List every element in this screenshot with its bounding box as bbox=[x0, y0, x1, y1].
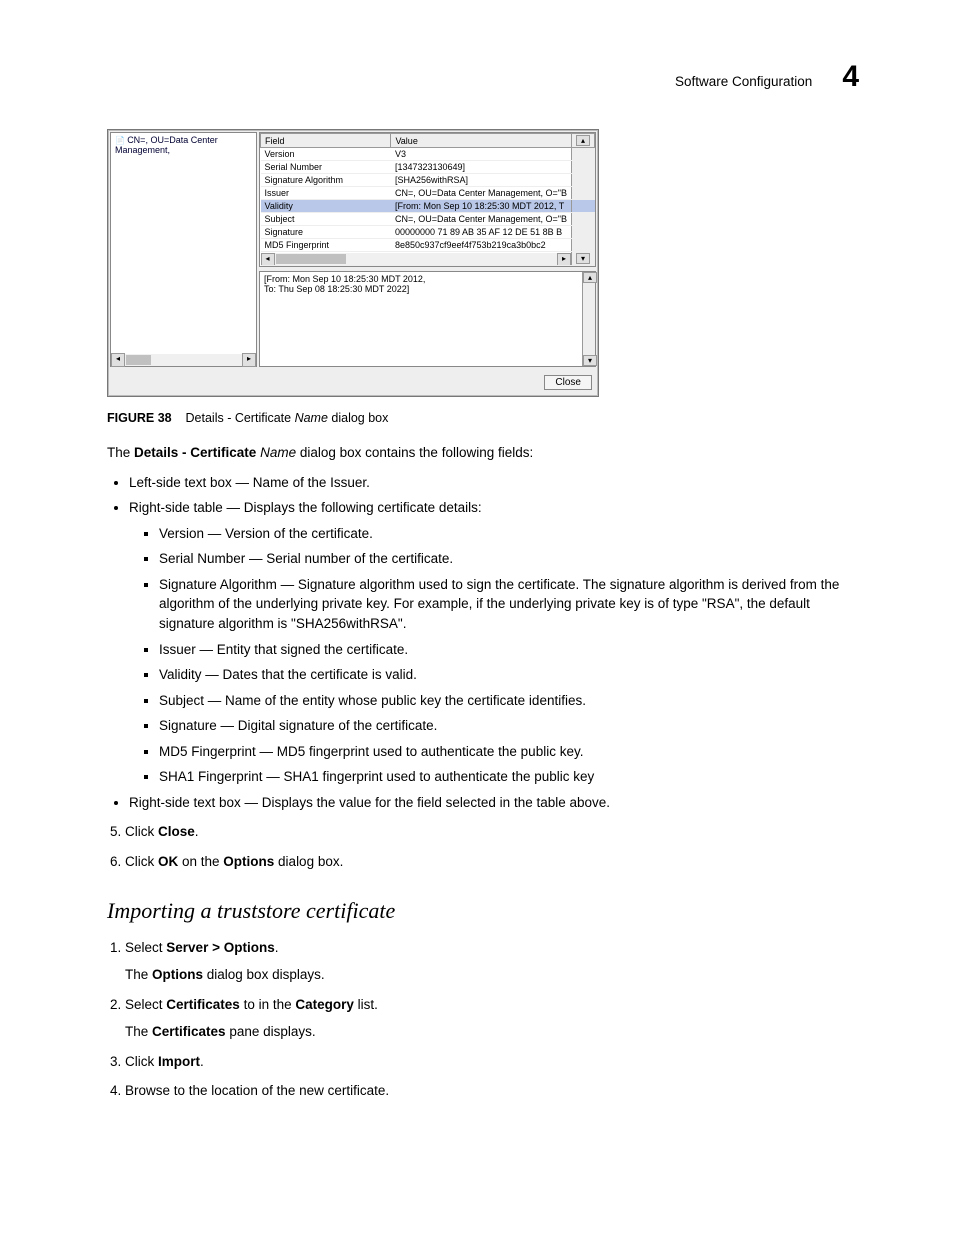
list-item: Right-side table — Displays the followin… bbox=[129, 498, 859, 787]
import-steps: Select Server > Options. The Options dia… bbox=[105, 938, 859, 1101]
table-row[interactable]: SubjectCN=, OU=Data Center Management, O… bbox=[261, 213, 595, 226]
field-detail-textbox[interactable]: [From: Mon Sep 10 18:25:30 MDT 2012, To:… bbox=[259, 271, 596, 367]
step-item: Click Close. bbox=[125, 822, 859, 842]
vertical-scrollbar[interactable]: ▴ ▾ bbox=[582, 272, 595, 366]
list-item: Signature Algorithm — Signature algorith… bbox=[159, 575, 859, 634]
step-item: Click Import. bbox=[125, 1052, 859, 1072]
issuer-tree-pane[interactable]: CN=, OU=Data Center Management, ◂ ▸ bbox=[110, 132, 257, 367]
scroll-up-icon[interactable]: ▴ bbox=[576, 135, 590, 146]
detail-line: To: Thu Sep 08 18:25:30 MDT 2022] bbox=[264, 284, 591, 294]
scroll-left-icon[interactable]: ◂ bbox=[111, 353, 125, 367]
cell-field: Signature bbox=[261, 226, 391, 239]
cell-field: Validity bbox=[261, 200, 391, 213]
col-field[interactable]: Field bbox=[261, 134, 391, 148]
table-row[interactable]: MD5 Fingerprint8e850c937cf9eef4f753b219c… bbox=[261, 239, 595, 252]
cell-value: CN=, OU=Data Center Management, O="B bbox=[391, 213, 572, 226]
list-item: Version — Version of the certificate. bbox=[159, 524, 859, 544]
tree-item[interactable]: CN=, OU=Data Center Management, bbox=[111, 133, 256, 157]
table-row[interactable]: Serial Number[1347323130649] bbox=[261, 161, 595, 174]
step-item: Click OK on the Options dialog box. bbox=[125, 852, 859, 872]
sub-bullet-list: Version — Version of the certificate. Se… bbox=[159, 524, 859, 787]
table-row[interactable]: Signature Algorithm[SHA256withRSA] bbox=[261, 174, 595, 187]
field-bullet-list: Left-side text box — Name of the Issuer.… bbox=[129, 473, 859, 813]
cell-field: Version bbox=[261, 148, 391, 161]
col-value[interactable]: Value bbox=[391, 134, 572, 148]
cell-field: Issuer bbox=[261, 187, 391, 200]
header-title: Software Configuration bbox=[675, 74, 812, 89]
table-row[interactable]: Signature00000000 71 89 AB 35 AF 12 DE 5… bbox=[261, 226, 595, 239]
table-row[interactable]: Validity[From: Mon Sep 10 18:25:30 MDT 2… bbox=[261, 200, 595, 213]
page-header: Software Configuration 4 bbox=[95, 60, 859, 94]
section-heading: Importing a truststore certificate bbox=[107, 898, 859, 924]
list-item: MD5 Fingerprint — MD5 fingerprint used t… bbox=[159, 742, 859, 762]
cell-value: [1347323130649] bbox=[391, 161, 572, 174]
list-item: Right-side text box — Displays the value… bbox=[129, 793, 859, 813]
detail-line: [From: Mon Sep 10 18:25:30 MDT 2012, bbox=[264, 274, 591, 284]
close-button[interactable]: Close bbox=[544, 375, 592, 390]
horizontal-scrollbar[interactable]: ◂ ▸ bbox=[111, 354, 256, 366]
step-item: Select Server > Options. The Options dia… bbox=[125, 938, 859, 985]
step-item: Browse to the location of the new certif… bbox=[125, 1081, 859, 1101]
cell-field: Serial Number bbox=[261, 161, 391, 174]
continue-steps: Click Close. Click OK on the Options dia… bbox=[105, 822, 859, 871]
scroll-right-icon[interactable]: ▸ bbox=[242, 353, 256, 367]
scroll-down-icon[interactable]: ▾ bbox=[576, 253, 590, 264]
cell-value: CN=, OU=Data Center Management, O="B bbox=[391, 187, 572, 200]
scroll-left-icon[interactable]: ◂ bbox=[261, 253, 275, 266]
cell-field: Subject bbox=[261, 213, 391, 226]
list-item: Issuer — Entity that signed the certific… bbox=[159, 640, 859, 660]
certificate-fields-table[interactable]: Field Value ▴ VersionV3Serial Number[134… bbox=[259, 132, 596, 267]
cell-value: [From: Mon Sep 10 18:25:30 MDT 2012, T bbox=[391, 200, 572, 213]
scroll-right-icon[interactable]: ▸ bbox=[557, 253, 571, 266]
figure-caption: FIGURE 38 Details - Certificate Name dia… bbox=[107, 411, 859, 425]
chapter-number: 4 bbox=[842, 60, 859, 94]
cell-field: Signature Algorithm bbox=[261, 174, 391, 187]
list-item: Left-side text box — Name of the Issuer. bbox=[129, 473, 859, 493]
step-item: Select Certificates to in the Category l… bbox=[125, 995, 859, 1042]
cell-value: V3 bbox=[391, 148, 572, 161]
certificate-details-dialog: CN=, OU=Data Center Management, ◂ ▸ Fiel… bbox=[107, 129, 599, 397]
list-item: SHA1 Fingerprint — SHA1 fingerprint used… bbox=[159, 767, 859, 787]
table-horizontal-scrollbar[interactable]: ◂ ▸ bbox=[261, 253, 572, 265]
table-row[interactable]: VersionV3 bbox=[261, 148, 595, 161]
table-row[interactable]: IssuerCN=, OU=Data Center Management, O=… bbox=[261, 187, 595, 200]
list-item: Signature — Digital signature of the cer… bbox=[159, 716, 859, 736]
list-item: Subject — Name of the entity whose publi… bbox=[159, 691, 859, 711]
cell-field: MD5 Fingerprint bbox=[261, 239, 391, 252]
scroll-up-icon[interactable]: ▴ bbox=[583, 272, 597, 283]
scroll-down-icon[interactable]: ▾ bbox=[583, 355, 597, 366]
cell-value: 8e850c937cf9eef4f753b219ca3b0bc2 bbox=[391, 239, 572, 252]
list-item: Serial Number — Serial number of the cer… bbox=[159, 549, 859, 569]
list-item: Validity — Dates that the certificate is… bbox=[159, 665, 859, 685]
document-page: Software Configuration 4 CN=, OU=Data Ce… bbox=[0, 0, 954, 1235]
cell-value: [SHA256withRSA] bbox=[391, 174, 572, 187]
cell-value: 00000000 71 89 AB 35 AF 12 DE 51 8B B bbox=[391, 226, 572, 239]
intro-paragraph: The Details - Certificate Name dialog bo… bbox=[107, 443, 859, 463]
figure-label: FIGURE 38 bbox=[107, 411, 172, 425]
